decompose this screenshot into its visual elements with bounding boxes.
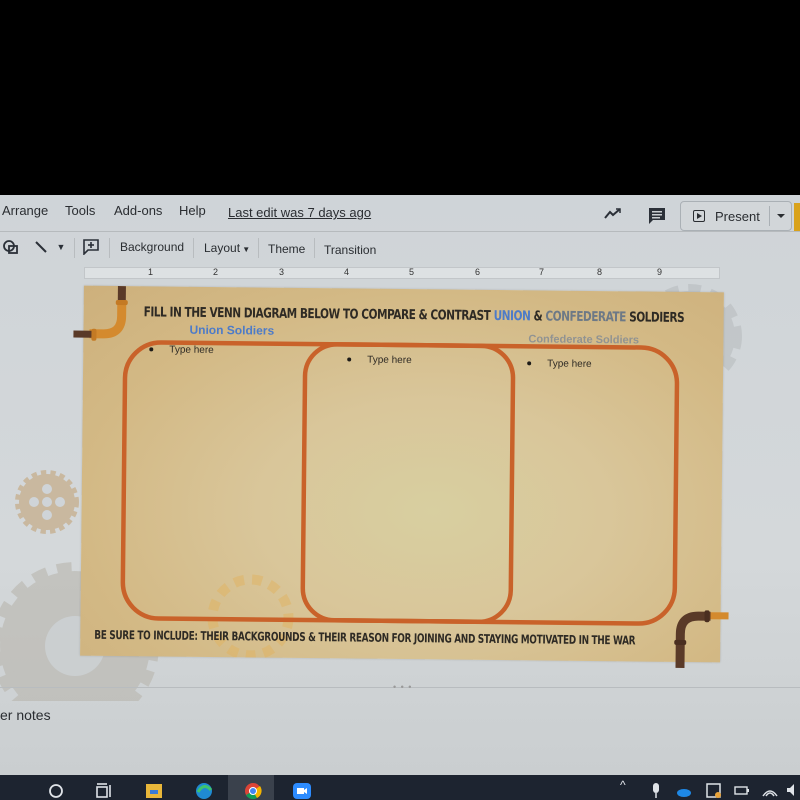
line-icon[interactable] xyxy=(30,236,52,258)
both-text-box[interactable]: Type here xyxy=(347,354,412,366)
present-button[interactable]: Present xyxy=(680,201,792,231)
ruler-tick: 1 xyxy=(148,267,154,277)
title-suffix: SOLDIERS xyxy=(625,309,685,326)
union-text-box[interactable]: Type here xyxy=(149,344,214,356)
confederate-text-box[interactable]: Type here xyxy=(527,358,592,370)
speaker-notes[interactable]: er notes xyxy=(0,707,51,723)
shape-icon[interactable] xyxy=(0,236,22,258)
battery-icon[interactable] xyxy=(732,780,752,800)
windows-taskbar: ^ xyxy=(0,775,800,800)
search-icon[interactable] xyxy=(46,780,66,800)
comment-icon[interactable] xyxy=(646,205,668,227)
title-confederate: CONFEDERATE xyxy=(545,308,627,326)
menu-bar: Arrange Tools Add-ons Help Last edit was… xyxy=(0,195,800,231)
chrome-icon[interactable] xyxy=(243,780,263,800)
menu-addons[interactable]: Add-ons xyxy=(114,203,162,218)
background-button[interactable]: Background xyxy=(120,240,184,254)
edge-icon[interactable] xyxy=(194,780,214,800)
union-soldiers-label[interactable]: Union Soldiers xyxy=(189,323,274,338)
layout-chevron-icon: ▼ xyxy=(240,245,251,254)
chevron-up-icon[interactable]: ^ xyxy=(620,778,626,792)
add-comment-icon[interactable] xyxy=(80,236,102,258)
bullet-text: Type here xyxy=(547,358,592,370)
transition-button[interactable]: Transition xyxy=(324,243,376,257)
wifi-icon[interactable] xyxy=(760,780,780,800)
gear-icon xyxy=(15,470,79,534)
zoom-icon[interactable] xyxy=(292,780,312,800)
title-ampersand: & xyxy=(530,308,546,325)
bullet-text: Type here xyxy=(169,344,214,357)
ruler-tick: 8 xyxy=(597,267,603,277)
bullet-text: Type here xyxy=(367,354,412,367)
onedrive-icon[interactable] xyxy=(674,780,694,800)
ruler-tick: 9 xyxy=(657,267,663,277)
slide-canvas: FILL IN THE VENN DIAGRAM BELOW TO COMPAR… xyxy=(0,281,800,701)
layout-label: Layout xyxy=(204,241,241,255)
ruler-tick: 6 xyxy=(475,267,481,277)
layout-button[interactable]: Layout ▼ xyxy=(204,241,250,255)
last-edit-link[interactable]: Last edit was 7 days ago xyxy=(228,205,371,220)
share-button-edge[interactable] xyxy=(794,203,800,231)
present-options-chevron-icon[interactable] xyxy=(777,214,785,218)
ruler-tick: 4 xyxy=(344,267,350,277)
line-dropdown-chevron-icon[interactable]: ▼ xyxy=(50,236,72,258)
toolbar: ▼ Background Layout ▼ Theme Transition xyxy=(0,231,800,261)
ruler-tick: 3 xyxy=(279,267,285,277)
bullet-icon xyxy=(527,361,532,366)
ruler-tick: 2 xyxy=(213,267,219,277)
menu-help[interactable]: Help xyxy=(179,203,206,218)
present-label: Present xyxy=(715,208,760,224)
bullet-icon xyxy=(347,357,352,362)
ruler-tick: 7 xyxy=(539,267,545,277)
title-union: UNION xyxy=(493,307,531,325)
notes-resize-handle[interactable]: • • • xyxy=(393,682,412,692)
ruler-tick: 5 xyxy=(409,267,415,277)
screen: Arrange Tools Add-ons Help Last edit was… xyxy=(0,195,800,800)
bullet-icon xyxy=(149,347,154,352)
theme-button[interactable]: Theme xyxy=(268,242,305,256)
menu-arrange[interactable]: Arrange xyxy=(2,203,48,218)
trend-line-icon[interactable] xyxy=(602,203,624,225)
present-play-icon xyxy=(693,210,705,222)
slide[interactable]: FILL IN THE VENN DIAGRAM BELOW TO COMPAR… xyxy=(73,285,729,668)
file-explorer-icon[interactable] xyxy=(144,780,164,800)
microphone-icon[interactable] xyxy=(646,780,666,800)
confederate-soldiers-label[interactable]: Confederate Soldiers xyxy=(528,333,639,346)
venn-middle-shape xyxy=(300,342,516,625)
menu-tools[interactable]: Tools xyxy=(65,203,95,218)
meet-now-icon[interactable] xyxy=(704,780,724,800)
venn-outer-shape xyxy=(120,340,680,626)
task-view-icon[interactable] xyxy=(94,780,114,800)
volume-icon[interactable] xyxy=(784,780,800,800)
horizontal-ruler: 1 2 3 4 5 6 7 8 9 xyxy=(84,267,720,279)
